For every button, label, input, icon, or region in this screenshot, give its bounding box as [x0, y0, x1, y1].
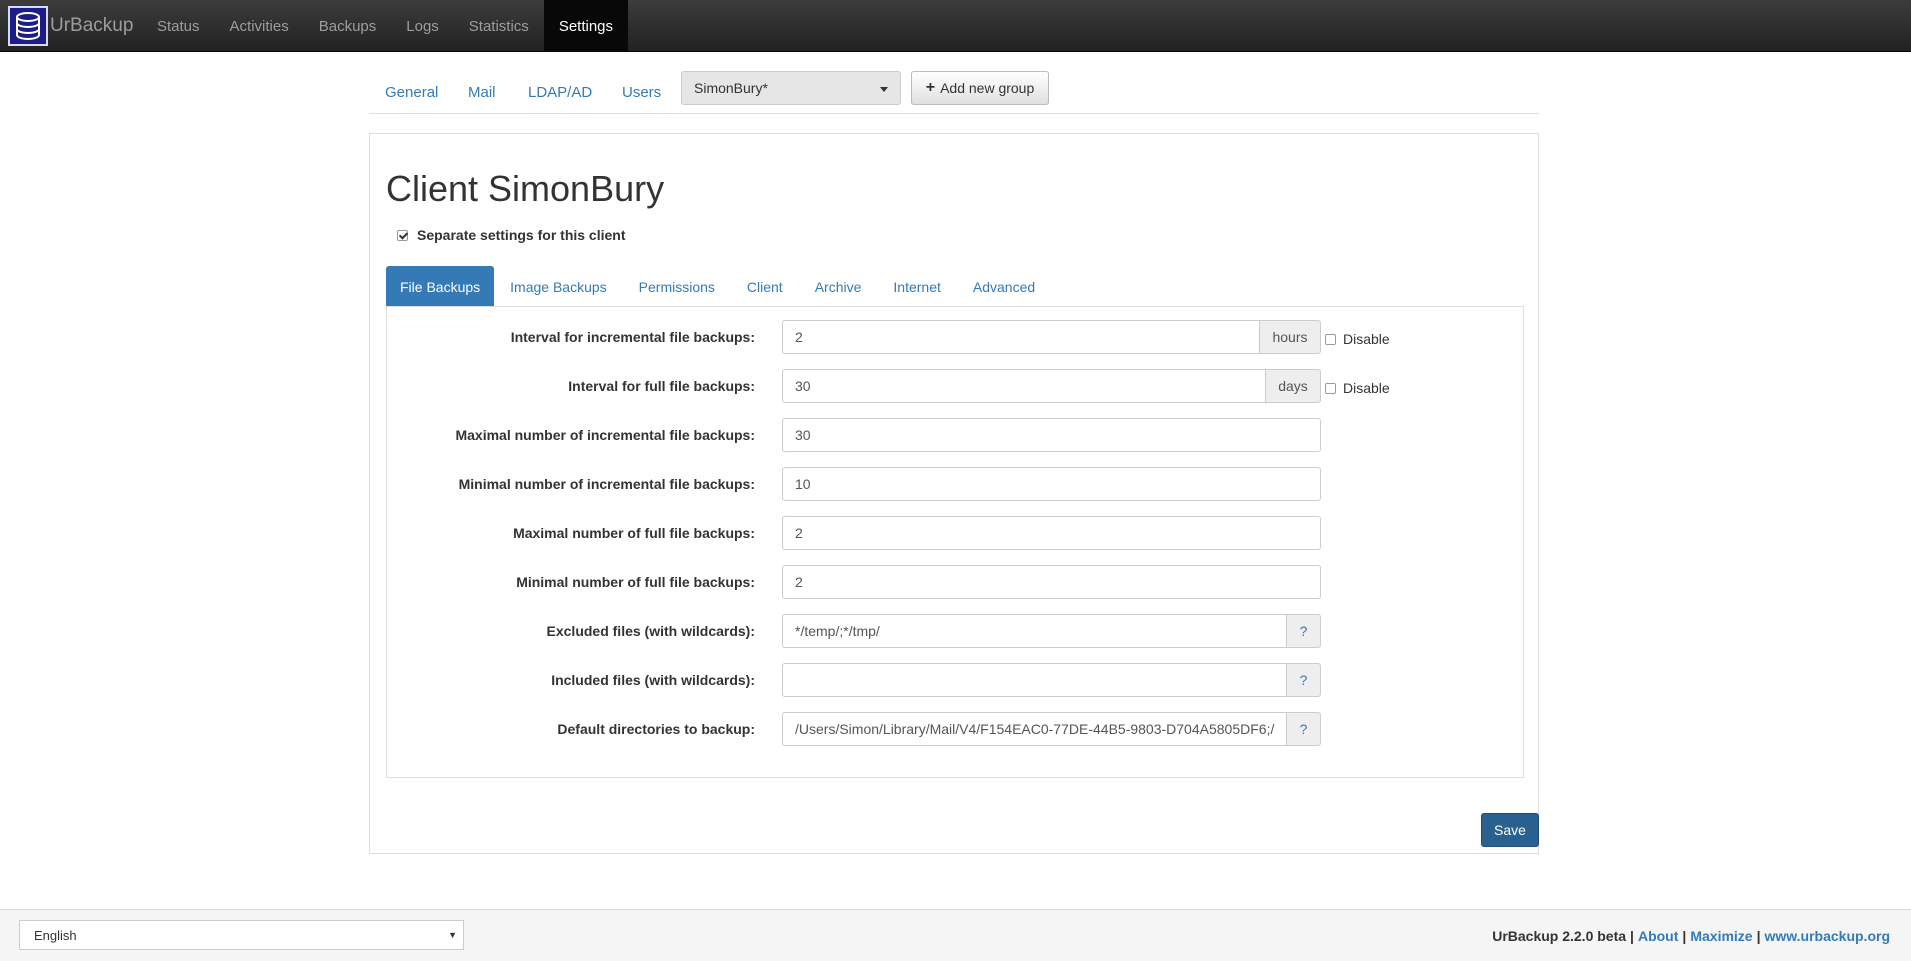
incr-disable[interactable]: Disable [1325, 331, 1390, 347]
incr-interval-label: Interval for incremental file backups: [510, 329, 755, 345]
min-full-input[interactable]: 2 [782, 565, 1321, 599]
included-input[interactable] [782, 663, 1287, 697]
full-disable-checkbox[interactable] [1325, 382, 1336, 394]
tab-advanced[interactable]: Advanced [959, 266, 1049, 307]
form-row: Included files (with wildcards): ? [387, 663, 1525, 697]
nav-backups[interactable]: Backups [304, 0, 392, 52]
nav-activities[interactable]: Activities [215, 0, 304, 52]
max-incr-label: Maximal number of incremental file backu… [455, 427, 755, 443]
default-dirs-label: Default directories to backup: [557, 721, 755, 737]
excluded-help-button[interactable]: ? [1286, 614, 1321, 648]
form-row: Maximal number of incremental file backu… [387, 418, 1525, 452]
separate-settings-checkbox[interactable] [397, 229, 408, 241]
max-incr-input[interactable]: 30 [782, 418, 1321, 452]
version-text: UrBackup 2.2.0 beta [1492, 928, 1627, 944]
group-select[interactable]: SimonBury* [681, 71, 901, 105]
tab-archive[interactable]: Archive [801, 266, 876, 307]
main-nav: Status Activities Backups Logs Statistic… [142, 0, 629, 52]
top-navbar: UrBackup Status Activities Backups Logs … [0, 0, 1911, 52]
full-interval-label: Interval for full file backups: [568, 378, 755, 394]
nav-logs[interactable]: Logs [391, 0, 454, 52]
full-disable[interactable]: Disable [1325, 380, 1390, 396]
tab-internet[interactable]: Internet [879, 266, 954, 307]
form-row: Excluded files (with wildcards): */temp/… [387, 614, 1525, 648]
caret-down-icon [880, 87, 888, 92]
divider: | [1682, 928, 1687, 944]
page-title: Client SimonBury [386, 168, 665, 209]
default-dirs-input[interactable]: /Users/Simon/Library/Mail/V4/F154EAC0-77… [782, 712, 1287, 746]
subnav-users[interactable]: Users [622, 84, 661, 101]
group-select-value: SimonBury* [694, 80, 768, 96]
nav-settings[interactable]: Settings [543, 0, 629, 52]
included-label: Included files (with wildcards): [551, 672, 755, 688]
plus-icon: + [925, 79, 936, 96]
maximize-link[interactable]: Maximize [1690, 928, 1752, 944]
website-link[interactable]: www.urbackup.org [1765, 928, 1891, 944]
form-row: Default directories to backup: /Users/Si… [387, 712, 1525, 746]
separate-settings-row: Separate settings for this client [397, 227, 626, 243]
footer-links: UrBackup 2.2.0 beta | About | Maximize |… [1492, 928, 1890, 944]
divider: | [1630, 928, 1634, 944]
dropdown-arrow-icon: ▼ [448, 930, 457, 940]
tab-permissions[interactable]: Permissions [625, 266, 729, 307]
settings-tabs: File Backups Image Backups Permissions C… [386, 266, 1053, 307]
save-button[interactable]: Save [1481, 813, 1539, 847]
form-row: Minimal number of incremental file backu… [387, 467, 1525, 501]
nav-statistics[interactable]: Statistics [454, 0, 544, 52]
database-icon [8, 6, 48, 46]
min-full-label: Minimal number of full file backups: [516, 574, 755, 590]
default-dirs-help-button[interactable]: ? [1286, 712, 1321, 746]
add-group-label: Add new group [940, 80, 1035, 96]
language-select[interactable]: English ▼ [19, 920, 464, 950]
about-link[interactable]: About [1638, 928, 1678, 944]
min-incr-label: Minimal number of incremental file backu… [458, 476, 755, 492]
excluded-label: Excluded files (with wildcards): [546, 623, 755, 639]
incr-disable-label: Disable [1343, 331, 1390, 347]
form-row: Interval for incremental file backups: 2… [387, 320, 1525, 354]
tab-file-backups[interactable]: File Backups [386, 266, 495, 307]
separate-settings-label: Separate settings for this client [417, 227, 626, 243]
form-row: Interval for full file backups: 30 days … [387, 369, 1525, 403]
settings-subnav: General Mail LDAP/AD Users SimonBury* + … [369, 68, 1539, 114]
form-row: Minimal number of full file backups: 2 [387, 565, 1525, 599]
subnav-ldap[interactable]: LDAP/AD [528, 84, 592, 101]
file-backups-form: Interval for incremental file backups: 2… [386, 306, 1524, 778]
subnav-general[interactable]: General [385, 84, 438, 101]
max-full-label: Maximal number of full file backups: [513, 525, 755, 541]
nav-status[interactable]: Status [142, 0, 215, 52]
brand-name: UrBackup [50, 15, 134, 36]
max-full-input[interactable]: 2 [782, 516, 1321, 550]
included-help-button[interactable]: ? [1286, 663, 1321, 697]
settings-panel: Client SimonBury Separate settings for t… [369, 133, 1539, 854]
subnav-mail[interactable]: Mail [468, 84, 496, 101]
language-select-value: English [34, 927, 77, 943]
days-unit: days [1265, 369, 1321, 403]
incr-interval-input[interactable]: 2 [782, 320, 1260, 354]
excluded-input[interactable]: */temp/;*/tmp/ [782, 614, 1287, 648]
divider: | [1756, 928, 1761, 944]
tab-image-backups[interactable]: Image Backups [496, 266, 621, 307]
tab-client[interactable]: Client [733, 266, 797, 307]
min-incr-input[interactable]: 10 [782, 467, 1321, 501]
form-row: Maximal number of full file backups: 2 [387, 516, 1525, 550]
incr-disable-checkbox[interactable] [1325, 333, 1336, 345]
full-interval-input[interactable]: 30 [782, 369, 1266, 403]
footer: English ▼ UrBackup 2.2.0 beta | About | … [0, 909, 1911, 961]
hours-unit: hours [1259, 320, 1321, 354]
add-group-button[interactable]: + Add new group [911, 71, 1049, 105]
full-disable-label: Disable [1343, 380, 1390, 396]
brand[interactable]: UrBackup [8, 5, 133, 47]
